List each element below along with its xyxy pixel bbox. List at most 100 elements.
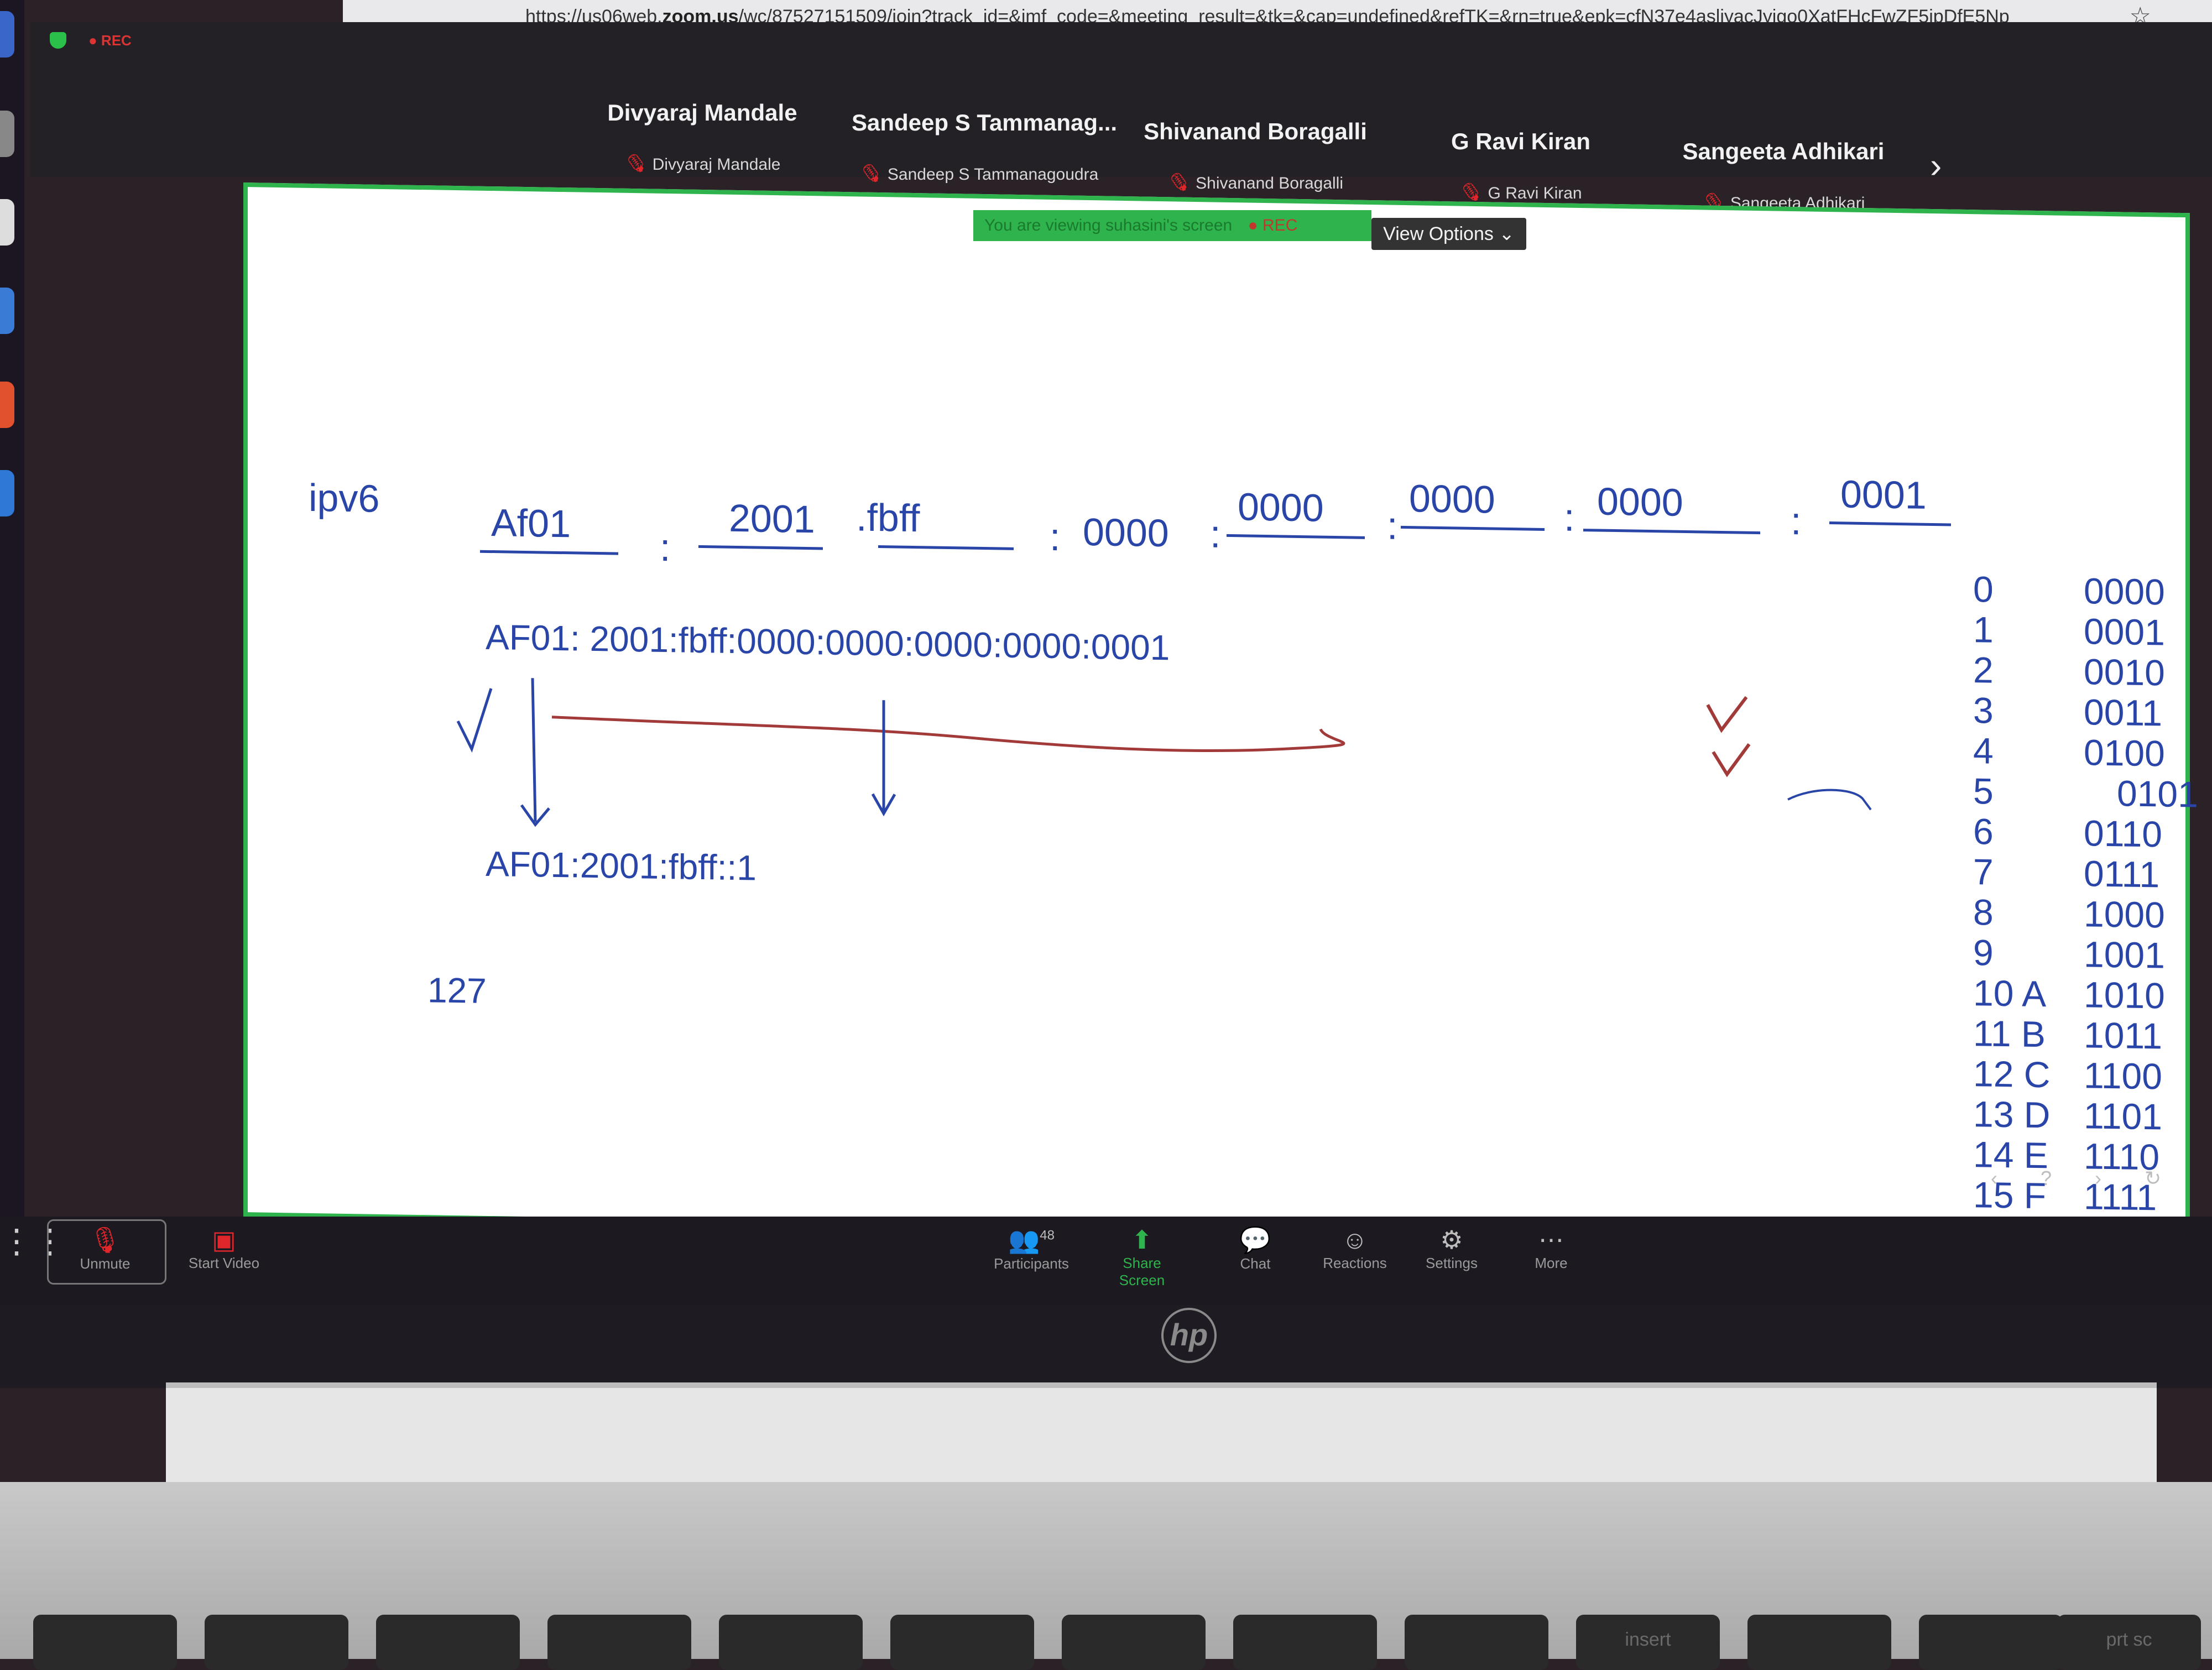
start-video-label: Start Video — [188, 1255, 260, 1271]
address-group: Af01 — [491, 501, 571, 546]
chat-button[interactable]: 💬 Chat — [1214, 1225, 1297, 1272]
dock-app-icon[interactable] — [0, 199, 14, 246]
keyboard-key — [1405, 1615, 1548, 1670]
group-separator: : — [1050, 515, 1061, 559]
keyboard-key — [1747, 1615, 1891, 1670]
address-group: 0000 — [1409, 477, 1495, 521]
hex-table-row: 1 0001 — [1973, 608, 2165, 653]
keyboard-key — [890, 1615, 1034, 1670]
hex-bin: 0000 — [2084, 570, 2165, 613]
hex-dec: 6 — [1973, 811, 1994, 852]
whiteboard-title: ipv6 — [309, 476, 380, 520]
more-label: More — [1535, 1255, 1568, 1271]
share-screen-icon: ⬆ — [1131, 1225, 1153, 1254]
keyboard-key — [1062, 1615, 1206, 1670]
hex-dec: 13 D — [1973, 1093, 2051, 1136]
mic-muted-icon: 🎙 — [621, 149, 651, 178]
dock-app-icon[interactable] — [0, 288, 14, 334]
hex-dec: 1 — [1973, 609, 1994, 650]
reactions-button[interactable]: ☺ Reactions — [1313, 1225, 1396, 1272]
hex-bin: 1000 — [2084, 893, 2165, 936]
hex-bin: 0100 — [2084, 732, 2165, 774]
participant-name: G Ravi Kiran — [1451, 128, 1591, 154]
compressed-address: AF01:2001:fbff::1 — [486, 843, 757, 888]
keyboard-key — [1233, 1615, 1377, 1670]
mic-off-icon: 🎙 — [88, 1225, 122, 1254]
dock-app-icon[interactable] — [0, 470, 14, 516]
dock-app-icon[interactable] — [0, 382, 14, 428]
keyboard-key — [376, 1615, 520, 1670]
participant-tile[interactable]: Sandeep S Tammanag... 🎙Sandeep S Tammana… — [852, 109, 1117, 188]
laptop-hinge — [166, 1382, 2157, 1488]
hex-bin: 1011 — [2084, 1014, 2162, 1057]
participant-subname: Sandeep S Tammanagoudra — [887, 165, 1099, 184]
address-group: 0000 — [1238, 485, 1324, 530]
participant-name: Sangeeta Adhikari — [1682, 138, 1885, 164]
dock-app-icon[interactable] — [0, 11, 14, 58]
next-page-chevron-icon[interactable]: › — [1930, 145, 1942, 186]
address-group: 0001 — [1840, 472, 1927, 517]
chat-label: Chat — [1240, 1255, 1271, 1272]
participant-tile[interactable]: Shivanand Boragalli 🎙Shivanand Boragalli — [1128, 118, 1383, 196]
keyboard-key: insert — [1576, 1615, 1720, 1670]
participant-name: Divyaraj Mandale — [607, 100, 797, 126]
shield-icon — [50, 32, 66, 49]
hex-table-row: 7 0111 — [1973, 850, 2159, 895]
shared-screen: ipv6 Af01 : 2001 .fbff : 0000 : 0000 : 0… — [243, 182, 2198, 1248]
red-underline-stroke — [551, 716, 1345, 752]
hex-table-row: 9 1001 — [1973, 931, 2165, 975]
viewing-banner: You are viewing suhasini's screen ● REC — [973, 210, 1371, 241]
unmute-button-label[interactable]: 🎙 Unmute — [64, 1225, 147, 1272]
hex-bin: 0111 — [2084, 853, 2160, 895]
participant-subname: Divyaraj Mandale — [652, 155, 781, 174]
participant-name: Shivanand Boragalli — [1144, 118, 1367, 144]
start-video-button[interactable]: ▣ Start Video — [177, 1225, 271, 1272]
participants-count: 48 — [1040, 1228, 1055, 1243]
hex-bin: 0001 — [2084, 610, 2165, 653]
hex-dec: 9 — [1973, 932, 1994, 973]
settings-label: Settings — [1426, 1255, 1478, 1271]
settings-button[interactable]: ⚙ Settings — [1410, 1225, 1493, 1272]
keyboard-key — [33, 1615, 177, 1670]
group-separator: : — [1564, 495, 1575, 539]
participants-button[interactable]: 👥48 Participants — [990, 1225, 1073, 1272]
down-arrow-middle — [871, 700, 896, 817]
participant-tile[interactable]: Divyaraj Mandale 🎙Divyaraj Mandale — [575, 100, 830, 178]
participant-subname: Shivanand Boragalli — [1196, 174, 1344, 192]
laptop-bezel — [0, 1305, 2212, 1388]
hex-dec: 7 — [1973, 851, 1994, 893]
participant-tile[interactable]: Sangeeta Adhikari 🎙Sangeeta Adhikari — [1656, 138, 1911, 216]
participant-tile[interactable]: G Ravi Kiran 🎙G Ravi Kiran — [1394, 128, 1648, 206]
video-off-icon: ▣ — [212, 1225, 236, 1254]
hex-bin: 0010 — [2084, 651, 2165, 693]
dock-app-icon[interactable] — [0, 111, 14, 157]
hex-dec: 3 — [1973, 690, 1994, 731]
keyboard-key — [1919, 1615, 2063, 1670]
hex-table-row: 5 0101 — [1973, 770, 2198, 815]
keyboard-key — [719, 1615, 863, 1670]
mic-muted-icon: 🎙 — [856, 159, 886, 188]
chat-icon: 💬 — [1239, 1225, 1271, 1254]
os-dock — [0, 0, 24, 1272]
view-options-button[interactable]: View Options ⌄ — [1371, 218, 1526, 250]
hex-bin: 1101 — [2084, 1095, 2162, 1137]
hex-table-row: 11 B 1011 — [1973, 1012, 2162, 1056]
hex-dec: 8 — [1973, 891, 1994, 933]
hex-table-row: 4 0100 — [1973, 729, 2165, 774]
slide-navigation[interactable]: ‹ ? › ↻ — [1991, 1167, 2180, 1190]
hex-bin: 0101 — [2117, 773, 2198, 815]
address-group: .fbff — [856, 495, 920, 540]
share-screen-button[interactable]: ⬆ Share Screen — [1100, 1225, 1183, 1289]
hex-table-row: 8 1000 — [1973, 891, 2165, 935]
address-group: 2001 — [729, 496, 815, 541]
unmute-label: Unmute — [80, 1255, 131, 1272]
hex-bin: 1100 — [2084, 1055, 2162, 1097]
more-button[interactable]: ⋯ More — [1510, 1225, 1593, 1272]
address-group: 0000 — [1083, 510, 1169, 555]
hex-table-row: 2 0010 — [1973, 649, 2165, 693]
hex-table-row: 13 D 1101 — [1973, 1093, 2162, 1137]
hex-dec: 12 C — [1973, 1053, 2051, 1095]
hex-bin: 0110 — [2084, 812, 2162, 855]
participants-label: Participants — [994, 1255, 1069, 1272]
group-separator: : — [1791, 499, 1802, 543]
